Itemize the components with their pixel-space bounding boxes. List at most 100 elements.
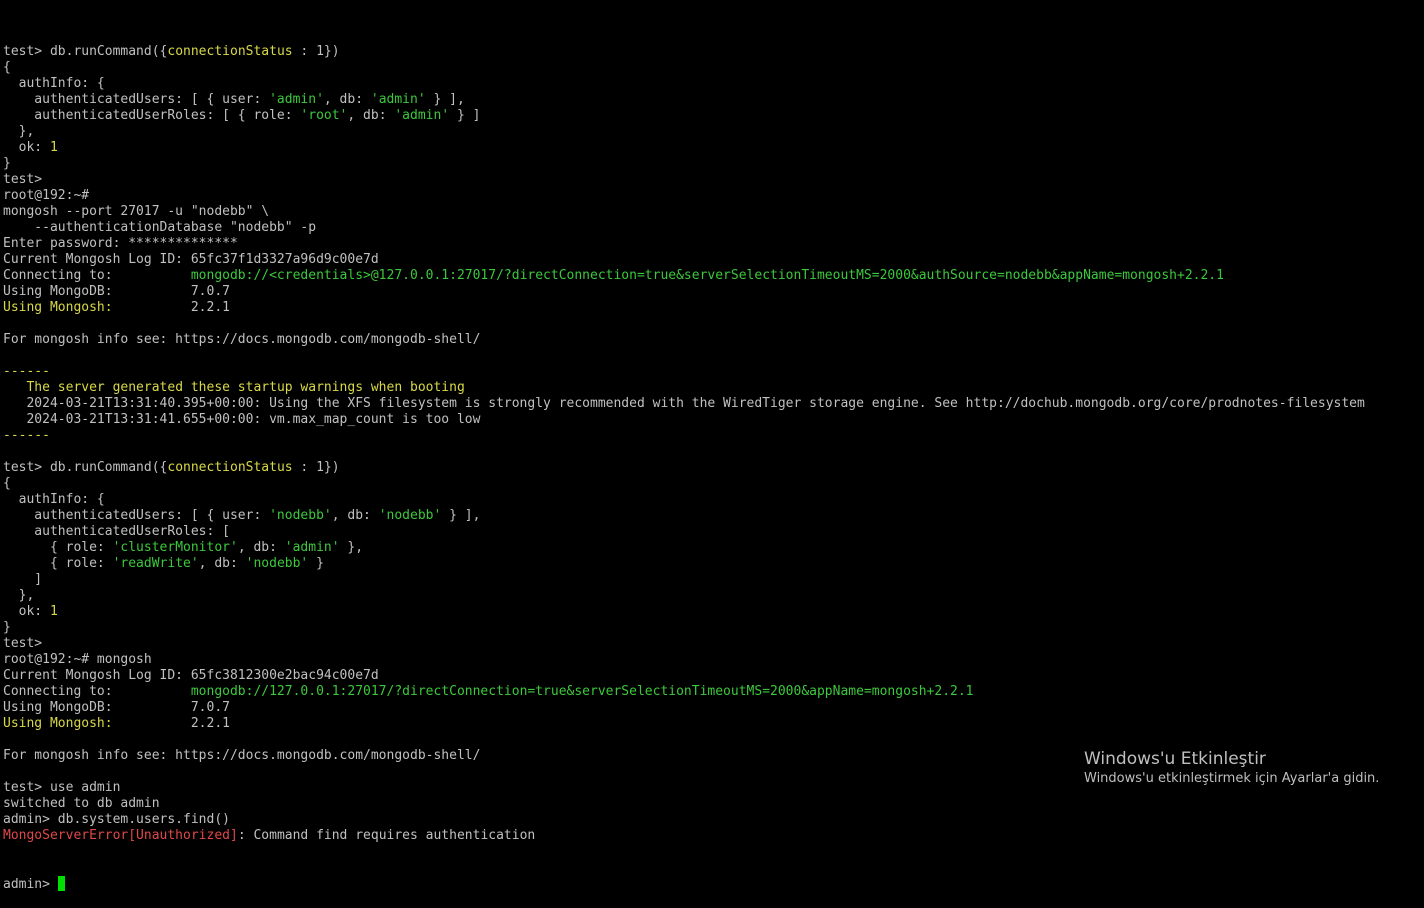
terminal-prompt-line[interactable]: admin> bbox=[3, 876, 1421, 892]
terminal-text-segment: 2.2.1 bbox=[112, 716, 230, 731]
terminal-cursor bbox=[57, 876, 65, 891]
terminal-text-segment: For mongosh info see: https://docs.mongo… bbox=[3, 748, 481, 763]
terminal-text-segment: authenticatedUserRoles: [ { role: bbox=[3, 108, 301, 123]
terminal-line: { role: 'readWrite', db: 'nodebb' } bbox=[3, 556, 1421, 572]
terminal-line: test> bbox=[3, 636, 1421, 652]
terminal-line: --authenticationDatabase "nodebb" -p bbox=[3, 220, 1421, 236]
terminal-text-segment: 2.2.1 bbox=[112, 300, 230, 315]
terminal-text-segment: test> bbox=[3, 636, 43, 651]
terminal-line: { bbox=[3, 476, 1421, 492]
terminal-line: Connecting to: mongodb://<credentials>@1… bbox=[3, 268, 1421, 284]
terminal-text-segment: switched to db admin bbox=[3, 796, 160, 811]
terminal-text-segment: 1 bbox=[49, 604, 58, 619]
terminal-text-segment: Using MongoDB: 7.0.7 bbox=[3, 284, 230, 299]
terminal-line: Enter password: ************** bbox=[3, 236, 1421, 252]
terminal-text-segment: mongosh --port 27017 -u "nodebb" \ bbox=[3, 204, 270, 219]
terminal-line: 2024-03-21T13:31:41.655+00:00: vm.max_ma… bbox=[3, 412, 1421, 428]
terminal-text-segment: MongoServerError[Unauthorized] bbox=[3, 828, 238, 843]
terminal-text-segment: 'nodebb' bbox=[269, 508, 332, 523]
terminal-text-segment: } bbox=[3, 156, 11, 171]
terminal-text-segment: root@192:~# mongosh bbox=[3, 652, 152, 667]
terminal-text-segment: , db: bbox=[347, 108, 395, 123]
terminal-text-segment: test> use admin bbox=[3, 780, 121, 795]
terminal-line: Connecting to: mongodb://127.0.0.1:27017… bbox=[3, 684, 1421, 700]
terminal-line: switched to db admin bbox=[3, 796, 1421, 812]
terminal-text-segment: Using Mongosh: bbox=[3, 300, 113, 315]
terminal-line: } bbox=[3, 620, 1421, 636]
terminal-text-segment: 'clusterMonitor' bbox=[112, 540, 238, 555]
terminal-text-segment: 'admin' bbox=[284, 540, 340, 555]
terminal-text-segment: Connecting to: bbox=[3, 268, 191, 283]
terminal-line: { bbox=[3, 60, 1421, 76]
terminal-text-segment: connectionStatus bbox=[167, 460, 293, 475]
terminal-text-segment: ok: bbox=[3, 140, 50, 155]
terminal-text-segment: test> bbox=[3, 172, 43, 187]
terminal-text-segment: 'admin' bbox=[370, 92, 426, 107]
terminal-line: authInfo: { bbox=[3, 492, 1421, 508]
terminal-line: 2024-03-21T13:31:40.395+00:00: Using the… bbox=[3, 396, 1421, 412]
terminal-text-segment: }, bbox=[3, 588, 35, 603]
terminal-text-segment: ok: bbox=[3, 604, 50, 619]
terminal-text-segment: Connecting to: bbox=[3, 684, 191, 699]
terminal-line: }, bbox=[3, 588, 1421, 604]
terminal-text-segment: : Command find requires authentication bbox=[237, 828, 536, 843]
terminal-text-segment: 'admin' bbox=[269, 92, 324, 107]
terminal-line: root@192:~# bbox=[3, 188, 1421, 204]
terminal-line: Current Mongosh Log ID: 65fc37f1d3327a96… bbox=[3, 252, 1421, 268]
terminal-text-segment: mongodb://<credentials>@127.0.0.1:27017/… bbox=[190, 268, 1224, 283]
terminal-line: Using MongoDB: 7.0.7 bbox=[3, 700, 1421, 716]
terminal-text-segment: admin> db.system.users.find() bbox=[3, 812, 230, 827]
terminal-line: Using Mongosh: 2.2.1 bbox=[3, 300, 1421, 316]
terminal-text-segment: , db: bbox=[323, 92, 371, 107]
terminal-text-segment: root@192:~# bbox=[3, 188, 90, 203]
terminal-line: ------ bbox=[3, 428, 1421, 444]
terminal-text-segment: mongodb://127.0.0.1:27017/?directConnect… bbox=[190, 684, 974, 699]
terminal-line: For mongosh info see: https://docs.mongo… bbox=[3, 332, 1421, 348]
terminal-text-segment: For mongosh info see: https://docs.mongo… bbox=[3, 332, 481, 347]
terminal-line: Using MongoDB: 7.0.7 bbox=[3, 284, 1421, 300]
terminal-text-segment: Using MongoDB: 7.0.7 bbox=[3, 700, 230, 715]
terminal-text-segment: 'root' bbox=[300, 108, 348, 123]
watermark-subtitle: Windows'u etkinleştirmek için Ayarlar'a … bbox=[1084, 771, 1380, 786]
terminal-line: root@192:~# mongosh bbox=[3, 652, 1421, 668]
terminal-text-segment: ] bbox=[3, 572, 43, 587]
terminal-text-segment: 2024-03-21T13:31:40.395+00:00: Using the… bbox=[3, 396, 1365, 411]
terminal-text-segment: authenticatedUsers: [ { user: bbox=[3, 92, 270, 107]
terminal-line: authenticatedUserRoles: [ { role: 'root'… bbox=[3, 108, 1421, 124]
terminal-text-segment: , db: bbox=[237, 540, 285, 555]
terminal-line: Using Mongosh: 2.2.1 bbox=[3, 716, 1421, 732]
terminal-text-segment: connectionStatus bbox=[167, 44, 293, 59]
terminal-text-segment: }, bbox=[3, 124, 35, 139]
terminal-text-segment: } ] bbox=[449, 108, 481, 123]
terminal-line: }, bbox=[3, 124, 1421, 140]
terminal-line: ok: 1 bbox=[3, 140, 1421, 156]
terminal-text-segment: 'readWrite' bbox=[112, 556, 199, 571]
terminal-text-segment: 'admin' bbox=[394, 108, 450, 123]
windows-activation-watermark: Windows'u Etkinleştir Windows'u etkinleş… bbox=[1084, 748, 1379, 788]
terminal-text-segment: ------ bbox=[3, 428, 50, 443]
terminal-text-segment: 'nodebb' bbox=[378, 508, 442, 523]
terminal-text-segment: Current Mongosh Log ID: 65fc37f1d3327a96… bbox=[3, 252, 379, 267]
terminal-text-segment: , db: bbox=[198, 556, 246, 571]
terminal-line: ------ bbox=[3, 364, 1421, 380]
terminal-line: { role: 'clusterMonitor', db: 'admin' }, bbox=[3, 540, 1421, 556]
terminal-line: test> db.runCommand({connectionStatus : … bbox=[3, 44, 1421, 60]
terminal-line: authenticatedUsers: [ { user: 'admin', d… bbox=[3, 92, 1421, 108]
terminal-line: The server generated these startup warni… bbox=[3, 380, 1421, 396]
terminal-text-segment: Current Mongosh Log ID: 65fc3812300e2bac… bbox=[3, 668, 379, 683]
terminal-line: test> db.runCommand({connectionStatus : … bbox=[3, 460, 1421, 476]
terminal-text-segment: 2024-03-21T13:31:41.655+00:00: vm.max_ma… bbox=[3, 412, 481, 427]
terminal-text-segment: 'nodebb' bbox=[245, 556, 309, 571]
terminal-text-segment: authInfo: { bbox=[3, 76, 105, 91]
terminal-text-segment: authInfo: { bbox=[3, 492, 105, 507]
terminal-prompt: admin> bbox=[3, 877, 58, 892]
terminal-text-segment: { role: bbox=[3, 540, 113, 555]
watermark-title: Windows'u Etkinleştir bbox=[1084, 749, 1266, 769]
terminal-text-segment: authenticatedUsers: [ { user: bbox=[3, 508, 270, 523]
terminal-text-segment: : 1}) bbox=[292, 44, 340, 59]
terminal-line: admin> db.system.users.find() bbox=[3, 812, 1421, 828]
